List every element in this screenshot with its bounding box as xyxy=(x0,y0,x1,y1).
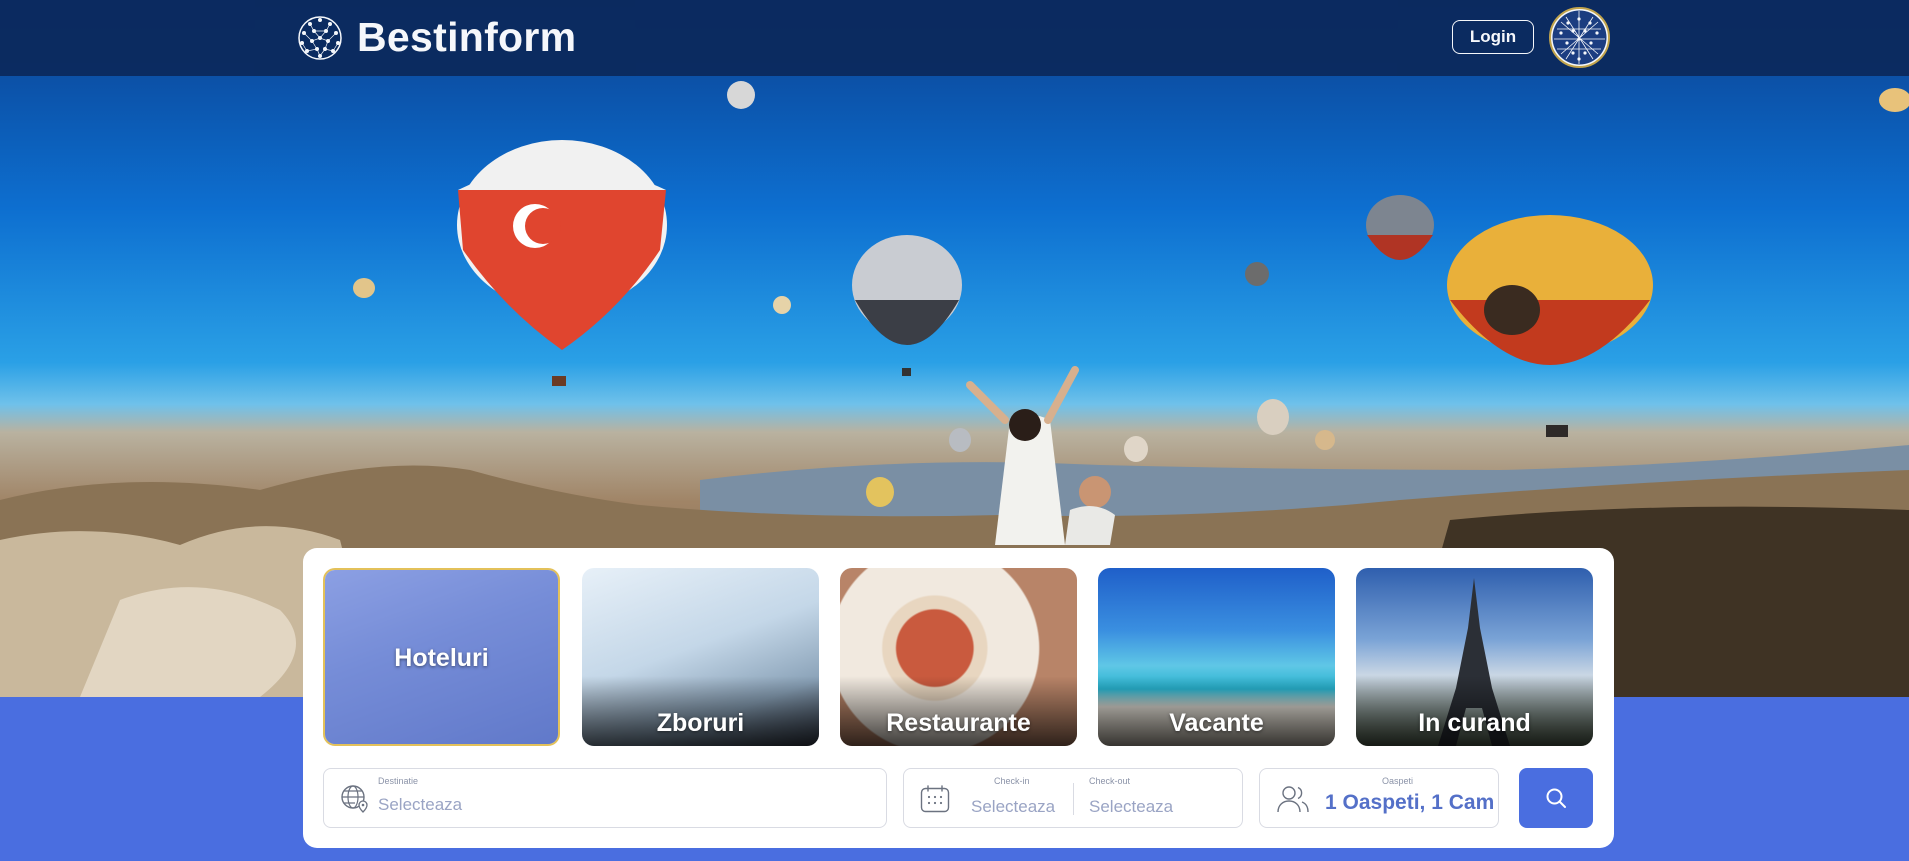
checkout-label: Check-out xyxy=(1089,776,1131,786)
destination-input[interactable]: Selecteaza xyxy=(378,795,462,815)
category-card-hoteluri[interactable]: Hoteluri xyxy=(323,568,560,746)
guests-label: Oaspeti xyxy=(1382,776,1414,786)
search-button[interactable] xyxy=(1519,768,1593,828)
balloon-small-5 xyxy=(1245,262,1269,286)
globe-icon xyxy=(1552,10,1607,65)
globe-network-icon xyxy=(298,15,342,60)
booking-panel: Hoteluri Zboruri Restaurante Vacante In xyxy=(303,548,1614,848)
balloon-small-11 xyxy=(1879,88,1909,112)
category-label: Zboruri xyxy=(656,709,745,737)
balloon-small-1 xyxy=(1366,195,1434,260)
page: Bestinform Login Hoteluri Zboruri Restau… xyxy=(0,0,1909,861)
category-label: Hoteluri xyxy=(394,644,489,672)
destination-label: Destinatie xyxy=(378,776,419,786)
category-label: Restaurante xyxy=(886,709,1031,737)
brand-name: Bestinform xyxy=(357,14,577,60)
checkin-input[interactable]: Selecteaza xyxy=(971,797,1055,817)
balloon-small-9 xyxy=(866,477,894,507)
balloon-small-7 xyxy=(1124,436,1148,462)
balloon-small-3 xyxy=(353,278,375,298)
checkout-input[interactable]: Selecteaza xyxy=(1089,797,1173,817)
category-label: In curand xyxy=(1418,709,1531,737)
login-button[interactable]: Login xyxy=(1452,20,1534,54)
balloon-small-6 xyxy=(1257,399,1289,435)
language-globe-button[interactable] xyxy=(1549,7,1610,68)
balloon-turkish xyxy=(457,140,667,386)
top-header: Bestinform Login xyxy=(0,0,1909,76)
category-card-vacante[interactable]: Vacante xyxy=(1098,568,1335,746)
date-divider xyxy=(1073,783,1074,815)
guests-field[interactable]: Oaspeti 1 Oaspeti, 1 Cam xyxy=(1259,768,1499,828)
destination-field[interactable]: Destinatie Selecteaza xyxy=(323,768,887,828)
balloon-small-4 xyxy=(773,296,791,314)
balloon-grey xyxy=(852,235,962,376)
category-card-restaurante[interactable]: Restaurante xyxy=(840,568,1077,746)
category-card-in-curand[interactable]: In curand xyxy=(1356,568,1593,746)
balloon-small-2 xyxy=(727,81,755,109)
globe-pin-icon xyxy=(341,785,368,813)
checkin-label: Check-in xyxy=(994,776,1030,786)
guests-value[interactable]: 1 Oaspeti, 1 Cam xyxy=(1325,791,1494,815)
category-label: Vacante xyxy=(1169,709,1264,737)
balloon-yellow xyxy=(1447,215,1653,437)
users-icon xyxy=(1277,786,1309,813)
search-icon xyxy=(1546,788,1566,808)
calendar-icon xyxy=(920,785,950,813)
balloon-small-8 xyxy=(949,428,971,452)
dates-field[interactable]: Check-in Selecteaza Check-out Selecteaza xyxy=(903,768,1243,828)
category-card-zboruri[interactable]: Zboruri xyxy=(582,568,819,746)
balloon-small-10 xyxy=(1315,430,1335,450)
brand-logo[interactable]: Bestinform xyxy=(297,14,576,61)
